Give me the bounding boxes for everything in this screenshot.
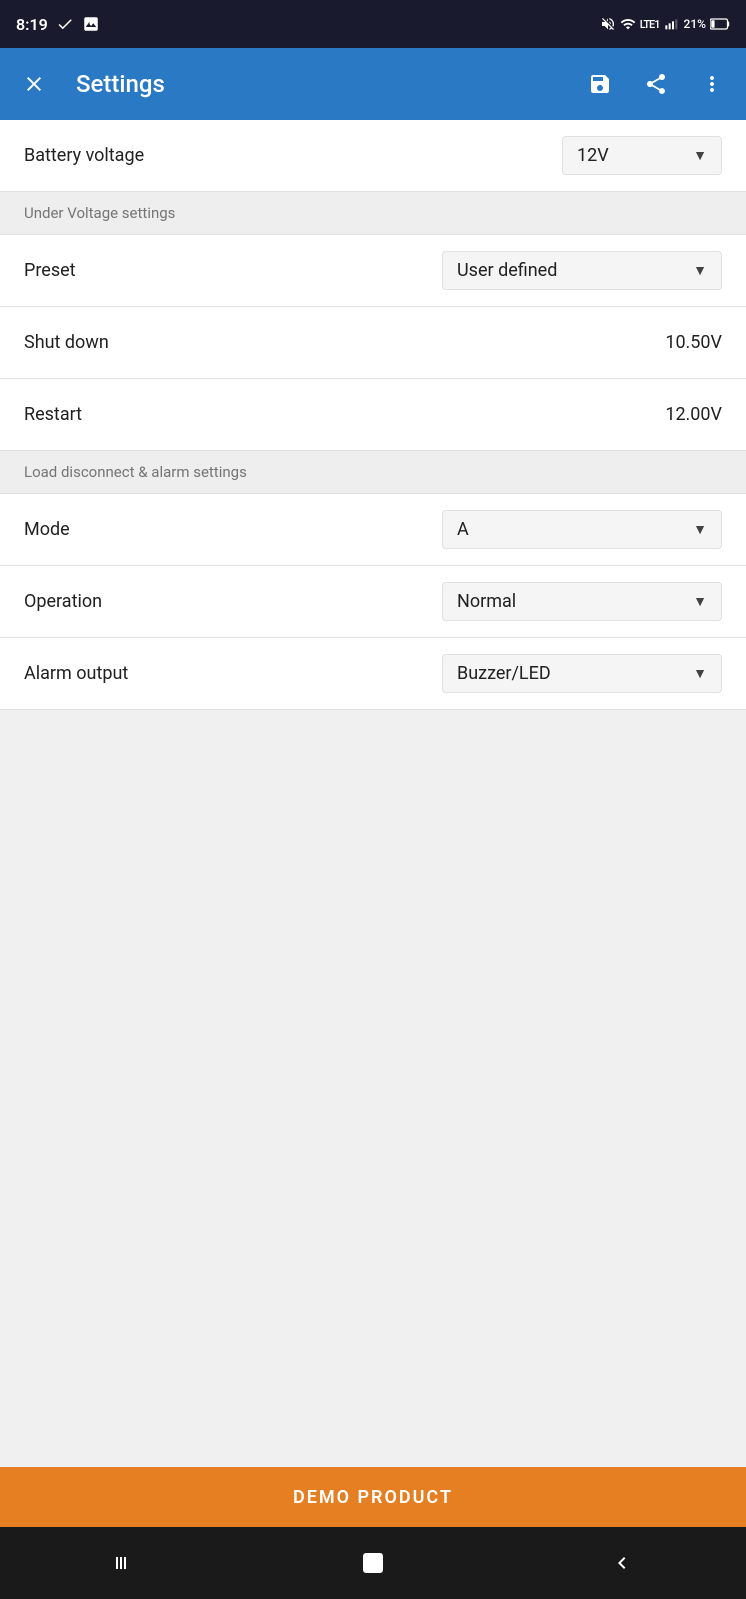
preset-dropdown[interactable]: User defined ▼ <box>442 251 722 290</box>
battery-icon <box>710 16 730 32</box>
wifi-icon <box>620 16 636 32</box>
restart-label: Restart <box>24 404 665 425</box>
operation-row: Operation Normal ▼ <box>0 566 746 638</box>
alarm-output-dropdown[interactable]: Buzzer/LED ▼ <box>442 654 722 693</box>
mode-row: Mode A ▼ <box>0 494 746 566</box>
save-button[interactable] <box>582 66 618 102</box>
load-disconnect-header-label: Load disconnect & alarm settings <box>24 463 247 481</box>
battery-voltage-dropdown[interactable]: 12V ▼ <box>562 136 722 175</box>
mute-icon <box>600 16 616 32</box>
check-icon <box>56 15 74 33</box>
restart-row: Restart 12.00V <box>0 379 746 451</box>
shut-down-label: Shut down <box>24 332 665 353</box>
restart-value: 12.00V <box>665 404 722 425</box>
lte-signal: LTE1 <box>640 18 660 31</box>
status-bar: 8:19 LTE1 21% <box>0 0 746 48</box>
demo-text: DEMO PRODUCT <box>293 1487 453 1508</box>
battery-voltage-value: 12V <box>577 145 681 166</box>
operation-label: Operation <box>24 591 442 612</box>
status-icons: LTE1 21% <box>600 16 730 32</box>
battery-voltage-arrow-icon: ▼ <box>693 147 707 164</box>
battery-percent: 21% <box>684 17 706 31</box>
shut-down-row: Shut down 10.50V <box>0 307 746 379</box>
content-spacer <box>0 710 746 1467</box>
preset-row: Preset User defined ▼ <box>0 235 746 307</box>
operation-arrow-icon: ▼ <box>693 593 707 610</box>
load-disconnect-section-header: Load disconnect & alarm settings <box>0 451 746 494</box>
demo-banner: DEMO PRODUCT <box>0 1467 746 1527</box>
alarm-output-label: Alarm output <box>24 663 442 684</box>
preset-label: Preset <box>24 260 442 281</box>
mode-dropdown[interactable]: A ▼ <box>442 510 722 549</box>
status-left: 8:19 <box>16 15 100 34</box>
under-voltage-section-header: Under Voltage settings <box>0 192 746 235</box>
status-time: 8:19 <box>16 15 48 34</box>
app-bar-actions <box>582 66 730 102</box>
nav-bar <box>0 1527 746 1599</box>
operation-value: Normal <box>457 591 681 612</box>
back-button[interactable] <box>592 1543 652 1583</box>
preset-value: User defined <box>457 260 681 281</box>
settings-content: Battery voltage 12V ▼ Under Voltage sett… <box>0 120 746 1467</box>
signal-bars-icon <box>664 16 680 32</box>
preset-arrow-icon: ▼ <box>693 262 707 279</box>
share-button[interactable] <box>638 66 674 102</box>
alarm-output-arrow-icon: ▼ <box>693 665 707 682</box>
close-button[interactable] <box>16 66 52 102</box>
alarm-output-value: Buzzer/LED <box>457 663 681 684</box>
mode-value: A <box>457 519 681 540</box>
alarm-output-row: Alarm output Buzzer/LED ▼ <box>0 638 746 710</box>
home-button[interactable] <box>343 1543 403 1583</box>
operation-dropdown[interactable]: Normal ▼ <box>442 582 722 621</box>
page-title: Settings <box>76 70 582 98</box>
image-icon <box>82 15 100 33</box>
recent-apps-button[interactable] <box>94 1543 154 1583</box>
app-bar: Settings <box>0 48 746 120</box>
mode-label: Mode <box>24 519 442 540</box>
mode-arrow-icon: ▼ <box>693 521 707 538</box>
shut-down-value: 10.50V <box>665 332 722 353</box>
battery-voltage-label: Battery voltage <box>24 145 562 166</box>
under-voltage-header-label: Under Voltage settings <box>24 204 175 222</box>
more-options-button[interactable] <box>694 66 730 102</box>
battery-voltage-row: Battery voltage 12V ▼ <box>0 120 746 192</box>
